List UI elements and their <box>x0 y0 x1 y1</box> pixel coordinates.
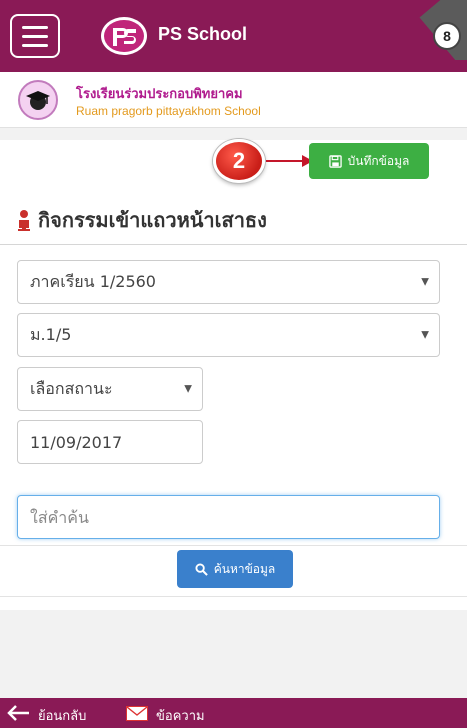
search-input[interactable] <box>30 507 439 527</box>
envelope-icon[interactable] <box>126 706 148 721</box>
chevron-down-icon: ▼ <box>184 383 192 395</box>
chevron-down-icon: ▼ <box>421 276 429 288</box>
school-name-thai: โรงเรียนร่วมประกอบพิทยาคม <box>76 87 243 102</box>
school-header: โรงเรียนร่วมประกอบพิทยาคม Ruam pragorb p… <box>0 72 467 128</box>
page-title-text: กิจกรรมเข้าแถวหน้าเสาธง <box>38 208 267 232</box>
save-button[interactable]: บันทึกข้อมูล <box>309 143 429 179</box>
search-field[interactable] <box>17 495 440 539</box>
menu-line <box>22 34 48 38</box>
divider <box>0 244 467 245</box>
chevron-down-icon: ▼ <box>421 329 429 341</box>
corner-ribbon: 8 <box>417 0 467 60</box>
search-button[interactable]: ค้นหาข้อมูล <box>177 550 293 588</box>
red-arrow-icon <box>266 160 306 162</box>
menu-line <box>22 43 48 47</box>
hamburger-menu-icon[interactable] <box>10 14 60 58</box>
date-field[interactable]: 11/09/2017 <box>17 420 203 464</box>
back-arrow-icon[interactable] <box>6 703 30 723</box>
app-title: PS School <box>158 24 248 44</box>
class-select-value: ม.1/5 <box>30 324 72 344</box>
step-number-badge: 2 <box>213 139 265 183</box>
bottom-bar: ย้อนกลับ ข้อความ <box>0 698 467 728</box>
corner-badge[interactable]: 8 <box>433 22 461 50</box>
term-select-value: ภาคเรียน 1/2560 <box>30 271 156 291</box>
status-select[interactable]: เลือกสถานะ ▼ <box>17 367 203 411</box>
class-select[interactable]: ม.1/5 ▼ <box>17 313 440 357</box>
app-bar: PS School 8 <box>0 0 467 72</box>
magnifier-icon <box>195 562 208 576</box>
menu-line <box>22 25 48 29</box>
status-select-value: เลือกสถานะ <box>30 378 113 398</box>
save-button-label: บันทึกข้อมูล <box>347 153 410 168</box>
floppy-disk-icon <box>328 154 342 168</box>
back-link[interactable]: ย้อนกลับ <box>38 705 86 726</box>
search-button-label: ค้นหาข้อมูล <box>213 561 276 576</box>
school-crest-icon <box>18 80 58 120</box>
ps-logo-icon[interactable] <box>100 16 148 56</box>
school-name-english: Ruam pragorb pittayakhom School <box>76 104 261 118</box>
message-link[interactable]: ข้อความ <box>156 705 205 726</box>
page-title: กิจกรรมเข้าแถวหน้าเสาธง <box>16 204 267 236</box>
date-field-value: 11/09/2017 <box>30 432 123 452</box>
term-select[interactable]: ภาคเรียน 1/2560 ▼ <box>17 260 440 304</box>
person-icon <box>18 210 30 231</box>
graduation-cap-icon <box>26 91 50 110</box>
